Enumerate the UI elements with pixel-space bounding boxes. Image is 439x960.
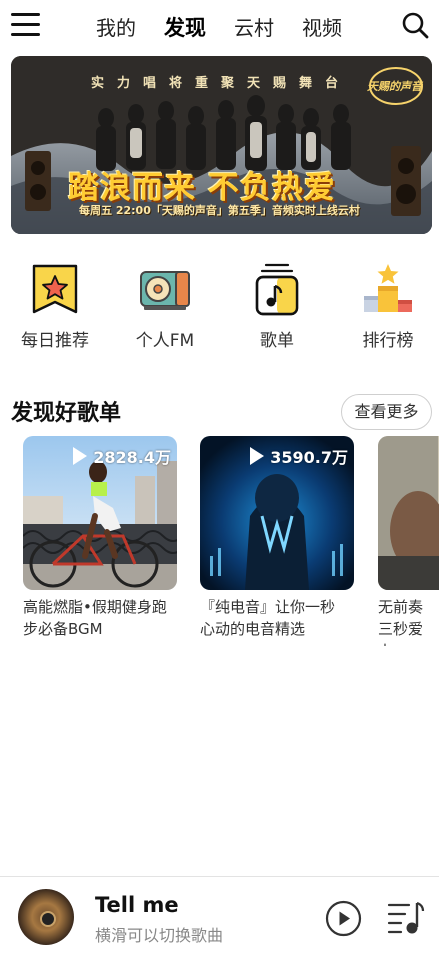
cover-image xyxy=(378,436,439,590)
playlist-cover: 2828.4万 xyxy=(23,436,177,590)
play-count-icon xyxy=(73,447,88,465)
banner-carousel[interactable]: 实力唱将重聚天赐舞台 天赐的声音 踏浪而来 不负热爱 每周五 22:00「天赐的… xyxy=(11,56,432,234)
banner-headline: 实力唱将重聚天赐舞台 xyxy=(91,76,352,91)
top-nav: 我的 发现 云村 视频 xyxy=(0,0,439,54)
entry-daily-recommend[interactable]: 每日推荐 xyxy=(5,262,105,351)
play-count: 2828.4万 xyxy=(73,444,171,468)
banner-subtitle: 每周五 22:00「天赐的声音」第五季」音频实时上线云村 xyxy=(79,204,360,217)
playlist-title: 无前奏三秒爱上 xyxy=(378,598,424,646)
album-disc[interactable] xyxy=(18,889,74,945)
entry-ranking[interactable]: 排行榜 xyxy=(338,262,438,351)
discover-page: 我的 发现 云村 视频 实力唱将重聚天赐舞台 天赐的声音 踏浪而来 不负热爱 每… xyxy=(0,0,439,960)
playlist-carousel[interactable]: 2828.4万 高能燃脂•假期健身跑步必备BGM 3590.7万 『纯电音』让你… xyxy=(0,436,439,646)
menu-icon[interactable] xyxy=(11,12,41,38)
top-tabs: 我的 发现 云村 视频 xyxy=(96,14,370,42)
tab-discover[interactable]: 发现 xyxy=(164,14,206,42)
play-count: 3590.7万 xyxy=(250,444,348,468)
mini-player[interactable]: Tell me 横滑可以切换歌曲 xyxy=(0,876,439,960)
search-icon[interactable] xyxy=(401,11,429,39)
entry-personal-fm[interactable]: 个人FM xyxy=(115,262,215,351)
entry-label: 歌单 xyxy=(260,331,294,351)
entry-label: 排行榜 xyxy=(362,331,414,351)
section-title: 发现好歌单 xyxy=(11,401,122,426)
tab-village[interactable]: 云村 xyxy=(234,14,274,42)
song-title: Tell me xyxy=(95,893,179,917)
playlist-title: 『纯电音』让你一秒心动的电音精选 xyxy=(200,598,336,638)
entry-playlist[interactable]: 歌单 xyxy=(227,262,327,351)
entry-label: 每日推荐 xyxy=(21,331,89,351)
playlist-cover xyxy=(378,436,439,590)
radio-icon xyxy=(140,271,190,310)
tab-video[interactable]: 视频 xyxy=(302,14,342,42)
show-logo-text: 天赐的声音 xyxy=(367,80,422,93)
playlist-queue-icon[interactable] xyxy=(387,899,425,937)
play-count-icon xyxy=(250,447,265,465)
playlist-icon xyxy=(255,263,299,316)
quick-entries: 每日推荐 个人FM 歌单 排行榜 xyxy=(0,262,439,352)
playlist-title: 高能燃脂•假期健身跑步必备BGM xyxy=(23,598,167,638)
playlist-cover: 3590.7万 xyxy=(200,436,354,590)
tab-mine[interactable]: 我的 xyxy=(96,14,136,42)
ranking-icon xyxy=(364,264,412,312)
play-circle-icon[interactable] xyxy=(325,900,362,937)
daily-recommend-icon xyxy=(32,264,78,314)
playlist-card[interactable]: 2828.4万 高能燃脂•假期健身跑步必备BGM xyxy=(23,436,177,640)
playlist-card[interactable]: 3590.7万 『纯电音』让你一秒心动的电音精选 xyxy=(200,436,354,640)
view-more-button[interactable]: 查看更多 xyxy=(341,394,432,430)
banner-slogan: 踏浪而来 不负热爱 xyxy=(68,170,336,206)
playlist-card[interactable]: 无前奏三秒爱上 xyxy=(378,436,439,646)
entry-label: 个人FM xyxy=(135,331,195,351)
swipe-hint: 横滑可以切换歌曲 xyxy=(95,926,224,945)
